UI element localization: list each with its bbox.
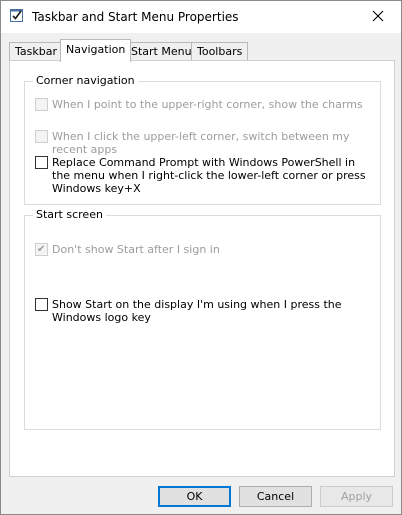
dont-show-start-label: Don't show Start after I sign in xyxy=(52,243,220,256)
start-screen-title: Start screen xyxy=(33,208,106,221)
show-charms-label: When I point to the upper-right corner, … xyxy=(52,98,363,111)
close-icon xyxy=(372,10,384,22)
show-charms-checkbox[interactable] xyxy=(35,98,48,111)
switch-recent-apps-checkbox[interactable] xyxy=(35,130,48,143)
corner-navigation-title: Corner navigation xyxy=(33,74,138,87)
tab-start-menu[interactable]: Start Menu xyxy=(125,42,198,61)
option-switch-recent-apps[interactable]: When I click the upper-left corner, swit… xyxy=(35,130,380,156)
start-screen-group: Start screen ✔ Don't show Start after I … xyxy=(24,208,381,430)
option-dont-show-start[interactable]: ✔ Don't show Start after I sign in xyxy=(35,243,375,256)
replace-command-prompt-checkbox[interactable] xyxy=(35,156,48,169)
tab-taskbar[interactable]: Taskbar xyxy=(9,42,63,61)
tab-toolbars[interactable]: Toolbars xyxy=(191,42,249,61)
title-bar[interactable]: Taskbar and Start Menu Properties xyxy=(1,1,401,33)
switch-recent-apps-label: When I click the upper-left corner, swit… xyxy=(52,130,350,156)
tab-navigation[interactable]: Navigation xyxy=(60,39,132,62)
dialog-window: Taskbar and Start Menu Properties Taskba… xyxy=(0,0,402,515)
navigation-tab-panel: Corner navigation When I point to the up… xyxy=(9,60,395,477)
show-start-on-display-label: Show Start on the display I'm using when… xyxy=(52,298,342,324)
show-start-on-display-checkbox[interactable] xyxy=(35,298,48,311)
option-show-charms[interactable]: When I point to the upper-right corner, … xyxy=(35,98,375,111)
apply-button[interactable]: Apply xyxy=(320,486,393,507)
checklist-icon xyxy=(10,9,23,22)
ok-button[interactable]: OK xyxy=(158,486,231,507)
tab-strip: Taskbar Navigation Start Menu Toolbars xyxy=(9,39,395,62)
option-show-start-on-display[interactable]: Show Start on the display I'm using when… xyxy=(35,298,370,324)
corner-navigation-group: Corner navigation When I point to the up… xyxy=(24,74,381,205)
checkmark-icon: ✔ xyxy=(37,244,46,255)
replace-command-prompt-label: Replace Command Prompt with Windows Powe… xyxy=(52,156,366,195)
dont-show-start-checkbox[interactable]: ✔ xyxy=(35,243,48,256)
close-button[interactable] xyxy=(355,1,401,31)
window-title: Taskbar and Start Menu Properties xyxy=(32,10,239,24)
cancel-button[interactable]: Cancel xyxy=(239,486,312,507)
option-replace-command-prompt[interactable]: Replace Command Prompt with Windows Powe… xyxy=(35,156,370,195)
